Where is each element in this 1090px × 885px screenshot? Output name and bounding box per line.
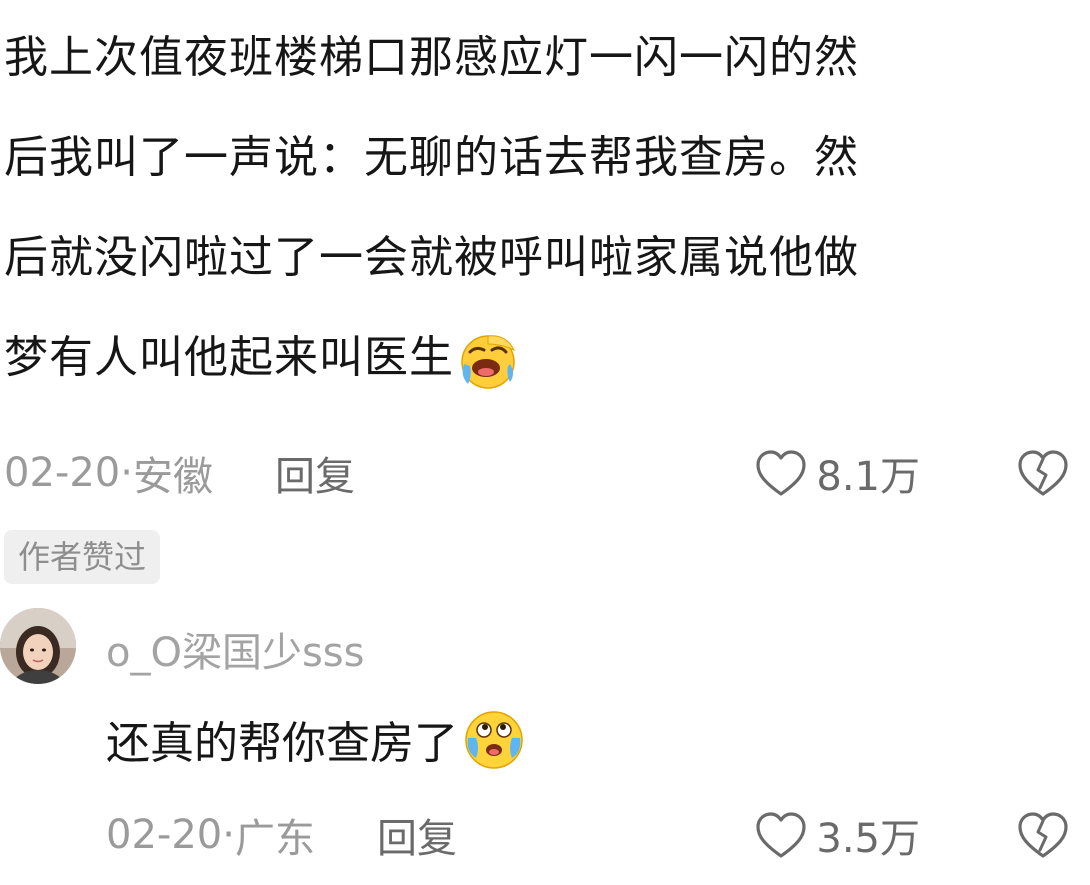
reply-comment-text: 还真的帮你查房了 [106,708,526,774]
reply-comment-date: 02-20 [106,812,223,858]
main-comment-like-count: 8.1万 [816,454,920,500]
reply-comment-location: 广东 [234,816,315,862]
reply-comment-text-content: 还真的帮你查房了 [106,718,458,769]
reply-comment-reply-button[interactable]: 回复 [377,806,457,864]
broken-heart-outline-icon[interactable] [1016,448,1070,498]
author-liked-badge: 作者赞过 [4,530,161,584]
main-comment-location: 安徽 [132,454,213,500]
avatar-image [0,608,76,684]
broken-heart-outline-icon[interactable] [1016,810,1070,860]
main-comment-line-2: 后我叫了一声说：无聊的话去帮我查房。然 [4,132,859,183]
heart-outline-icon [756,812,806,858]
main-comment-line-1: 我上次值夜班楼梯口那感应灯一闪一闪的然 [4,32,859,83]
avatar[interactable] [0,608,76,684]
main-comment-like-button[interactable]: 8.1万 [754,444,920,502]
main-comment-text: 我上次值夜班楼梯口那感应灯一闪一闪的然 后我叫了一声说：无聊的话去帮我查房。然 … [4,8,1064,408]
reply-comment: o_O梁国少sss 还真的帮你查房了 02-20 · 广东 回复 3.5万 [0,600,1090,885]
main-comment-date: 02-20 [4,450,121,496]
reply-comment-separator: · [222,812,235,858]
main-comment: 我上次值夜班楼梯口那感应灯一闪一闪的然 后我叫了一声说：无聊的话去帮我查房。然 … [4,8,1064,408]
reply-username[interactable]: o_O梁国少sss [106,620,364,678]
main-comment-line-4: 梦有人叫他起来叫医生 [4,308,1064,408]
crying-laughing-emoji-icon [465,711,523,769]
main-comment-line-4-text: 梦有人叫他起来叫医生 [4,332,454,383]
main-comment-line-3: 后就没闪啦过了一会就被呼叫啦家属说他做 [4,232,859,283]
reply-comment-like-button[interactable]: 3.5万 [754,806,920,864]
main-comment-meta: 02-20 · 安徽 回复 8.1万 [4,444,1070,502]
main-comment-separator: · [120,450,133,496]
reply-comment-like-count: 3.5万 [816,816,920,862]
comment-thread: 我上次值夜班楼梯口那感应灯一闪一闪的然 后我叫了一声说：无聊的话去帮我查房。然 … [0,0,1090,885]
reply-comment-meta: 02-20 · 广东 回复 3.5万 [106,806,1070,864]
laughing-crying-emoji-icon [461,335,516,389]
main-comment-reply-button[interactable]: 回复 [275,444,355,502]
heart-outline-icon [756,450,806,496]
